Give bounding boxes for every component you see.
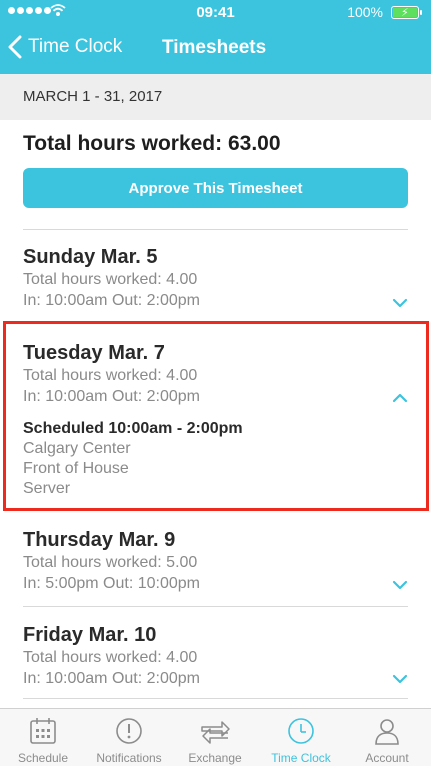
nav-bar: Time Clock Timesheets (0, 24, 431, 74)
screen: 09:41 100% ⚡ Time Clock Timesheets MARCH… (0, 0, 431, 766)
day-title: Sunday Mar. 5 (23, 246, 158, 268)
tab-label: Account (365, 751, 409, 765)
day-entry-tuesday[interactable]: Tuesday Mar. 7 Total hours worked: 4.00 … (23, 341, 408, 497)
page-title: Timesheets (162, 37, 267, 58)
shift-area: Front of House (23, 460, 129, 477)
shift-location: Calgary Center (23, 440, 131, 457)
top-bar: 09:41 100% ⚡ Time Clock Timesheets (0, 0, 431, 74)
day-hours: Total hours worked: 4.00 (23, 367, 198, 384)
back-button-label: Time Clock (28, 36, 123, 57)
day-hours: Total hours worked: 4.00 (23, 271, 198, 288)
approve-timesheet-button[interactable]: Approve This Timesheet (23, 168, 408, 208)
alert-icon (116, 718, 142, 744)
total-hours: Total hours worked: 63.00 (23, 132, 281, 155)
day-entry-sunday[interactable]: Sunday Mar. 5 Total hours worked: 4.00 I… (23, 245, 408, 311)
tab-label: Schedule (17, 751, 69, 765)
day-hours: Total hours worked: 5.00 (23, 554, 198, 571)
tab-exchange[interactable]: Exchange (172, 709, 258, 766)
day-in-out: In: 5:00pm Out: 10:00pm (23, 575, 200, 592)
clock-icon (288, 718, 314, 744)
day-title: Friday Mar. 10 (23, 624, 157, 646)
tab-notifications[interactable]: Notifications (86, 709, 172, 766)
day-in-out: In: 10:00am Out: 2:00pm (23, 670, 200, 687)
tab-schedule[interactable]: Schedule (0, 709, 86, 766)
chevron-down-icon[interactable] (392, 298, 408, 308)
day-entry-friday[interactable]: Friday Mar. 10 Total hours worked: 4.00 … (23, 623, 408, 689)
day-in-out: In: 10:00am Out: 2:00pm (23, 292, 200, 309)
tab-label: Exchange (188, 751, 242, 765)
divider (23, 229, 408, 230)
day-entry-thursday[interactable]: Thursday Mar. 9 Total hours worked: 5.00… (23, 528, 408, 594)
date-range: MARCH 1 - 31, 2017 (0, 74, 431, 120)
day-hours: Total hours worked: 4.00 (23, 649, 198, 666)
battery-percent: 100% (347, 4, 383, 20)
day-in-out: In: 10:00am Out: 2:00pm (23, 388, 200, 405)
day-title: Tuesday Mar. 7 (23, 342, 165, 364)
tab-label: Time Clock (271, 751, 331, 765)
battery-icon: ⚡ (391, 6, 422, 19)
day-title: Thursday Mar. 9 (23, 529, 176, 551)
tab-account[interactable]: Account (344, 709, 430, 766)
chevron-down-icon[interactable] (392, 674, 408, 684)
back-button[interactable]: Time Clock (8, 35, 122, 59)
chevron-down-icon[interactable] (392, 580, 408, 590)
scheduled-time: Scheduled 10:00am - 2:00pm (23, 420, 243, 437)
person-icon (375, 719, 399, 745)
exchange-icon (201, 721, 230, 744)
chevron-left-icon (8, 35, 22, 59)
chevron-up-icon[interactable] (392, 393, 408, 403)
status-bar: 09:41 100% ⚡ (0, 0, 431, 24)
tab-label: Notifications (96, 751, 162, 765)
tab-time-clock[interactable]: Time Clock (258, 709, 344, 766)
divider (23, 606, 408, 607)
tab-bar: Schedule Notifications Exchange Time Clo… (0, 708, 431, 766)
divider (23, 698, 408, 699)
shift-role: Server (23, 480, 71, 497)
calendar-icon (30, 718, 56, 744)
